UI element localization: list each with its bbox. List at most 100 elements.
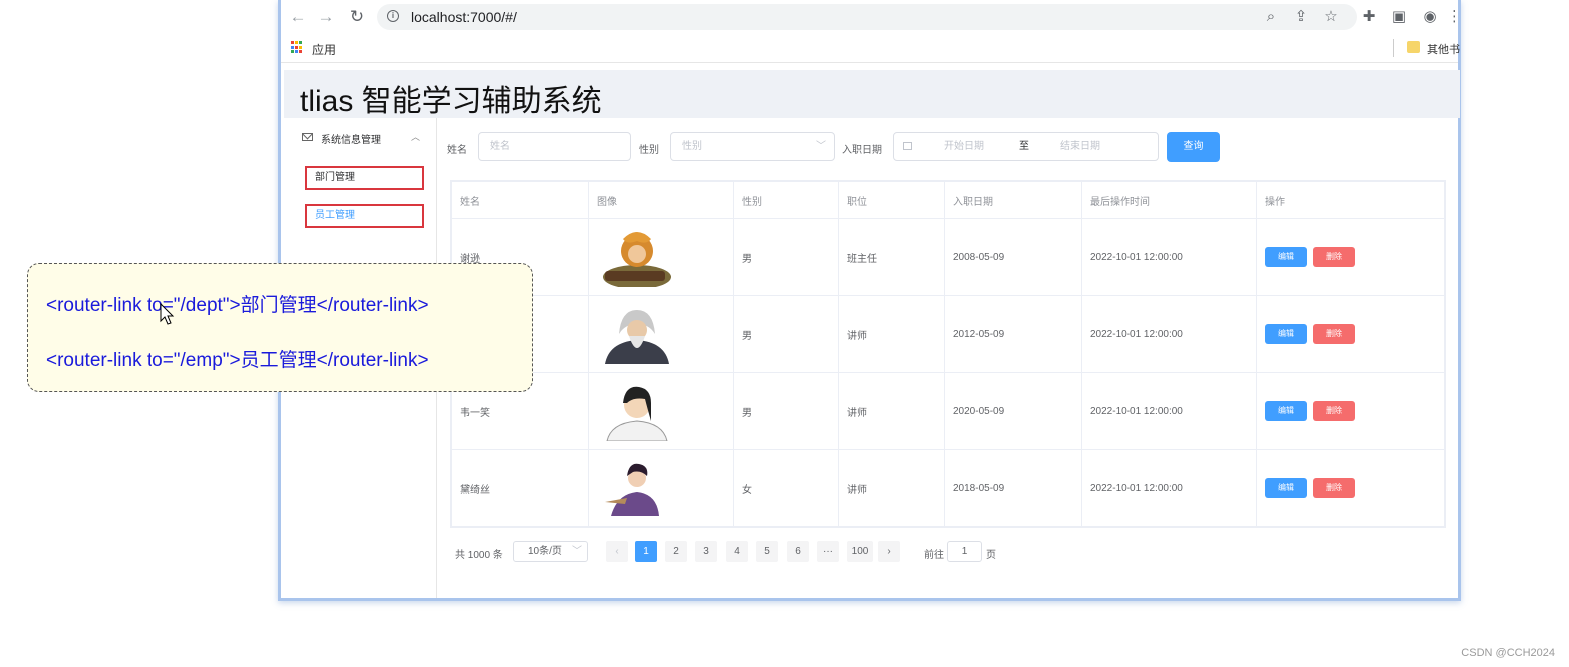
bat-king-avatar [588,372,734,450]
date-start[interactable]: 开始日期 [944,133,984,160]
table-header-row: 姓名 图像 性别 职位 入职日期 最后操作时间 操作 [451,181,1445,219]
sidebar-item-dept[interactable]: 部门管理 [305,166,424,190]
table-row: 谢逊 男 班主任 2008-05-09 2022-10-01 12:00:00 … [451,218,1445,296]
bookmark-separator [1393,39,1394,57]
page-1[interactable]: 1 [635,541,657,562]
prev-page-icon[interactable]: ‹ [606,541,628,562]
cell-gender: 男 [733,372,839,450]
site-info-icon[interactable]: i [387,10,399,22]
edit-button[interactable]: 编辑 [1265,478,1307,498]
cell-update-time: 2022-10-01 12:00:00 [1081,449,1257,527]
mouse-cursor-icon [160,302,175,325]
name-input[interactable]: 姓名 [478,132,631,161]
name-label: 姓名 [447,145,467,156]
forward-icon[interactable]: → [315,6,337,28]
delete-button[interactable]: 删除 [1313,247,1355,267]
page-size-select[interactable]: 10条/页 ﹀ [513,541,588,562]
apps-icon[interactable] [291,41,304,54]
cell-update-time: 2022-10-01 12:00:00 [1081,218,1257,296]
cell-gender: 女 [733,449,839,527]
sidebar-group-title: 系统信息管理 [321,135,381,146]
purple-dragon-avatar [588,449,734,527]
page-2[interactable]: 2 [665,541,687,562]
date-end[interactable]: 结束日期 [1060,133,1100,160]
page-100[interactable]: 100 [847,541,873,562]
pagination: 共 1000 条 10条/页 ﹀ ‹ 1 2 3 4 5 6 ··· 100 ›… [447,540,1447,562]
share-icon[interactable]: ⇪ [1291,7,1311,27]
cell-entry-date: 2018-05-09 [944,449,1082,527]
page-5[interactable]: 5 [756,541,778,562]
gender-placeholder: 性别 [682,141,702,152]
other-bookmarks[interactable]: 其他书 [1427,41,1460,57]
sidebar-group-header[interactable]: 系统信息管理 ︿ [284,128,436,150]
query-button[interactable]: 查询 [1167,132,1220,162]
reload-icon[interactable]: ↻ [346,6,368,28]
profile-icon[interactable]: ◉ [1420,7,1440,27]
page-3[interactable]: 3 [695,541,717,562]
cell-job: 讲师 [838,295,945,373]
bookmarks-bar: 应用 其他书 [281,34,1460,63]
col-job: 职位 [838,181,945,219]
calendar-icon [903,142,912,150]
old-master-avatar [588,295,734,373]
golden-lion-avatar [588,218,734,296]
app-title: tlias 智能学习辅助系统 [300,85,602,118]
gender-label: 性别 [639,145,659,156]
chevron-down-icon: ﹀ [816,141,826,152]
table-row: 黛绮丝 女 讲师 2018-05-09 2022-10-01 12:00:00 … [451,449,1445,527]
address-bar[interactable]: i localhost:7000/#/ [377,4,1357,30]
page-4[interactable]: 4 [726,541,748,562]
menu-icon[interactable]: ⋮ [1447,7,1455,27]
more-pages-icon[interactable]: ··· [817,541,839,562]
cell-gender: 男 [733,218,839,296]
table-row: 男 讲师 2012-05-09 2022-10-01 12:00:00 编辑 删除 [451,295,1445,373]
gender-select[interactable]: 性别 ﹀ [670,132,835,161]
chevron-down-icon: ﹀ [572,546,582,557]
zoom-icon[interactable]: ⌕ [1261,7,1281,27]
apps-bookmark[interactable]: 应用 [312,41,336,58]
edit-button[interactable]: 编辑 [1265,324,1307,344]
employee-table: 姓名 图像 性别 职位 入职日期 最后操作时间 操作 谢逊 男 班主任 2008… [450,180,1446,528]
edit-button[interactable]: 编辑 [1265,247,1307,267]
delete-button[interactable]: 删除 [1313,324,1355,344]
cell-entry-date: 2008-05-09 [944,218,1082,296]
col-gender: 性别 [733,181,839,219]
extensions-icon[interactable]: ✚ [1359,7,1379,27]
code-line-dept: <router-link to="/dept">部门管理</router-lin… [46,295,429,316]
browser-toolbar: ← → ↻ i localhost:7000/#/ ⌕ ⇪ ☆ ✚ ▣ ◉ ⋮ [281,0,1458,34]
app-header: tlias 智能学习辅助系统 [284,70,1460,118]
cell-gender: 男 [733,295,839,373]
sidebar-item-emp[interactable]: 员工管理 [305,204,424,228]
page-size-value: 10条/页 [528,546,562,557]
page-6[interactable]: 6 [787,541,809,562]
cell-actions: 编辑 删除 [1256,218,1445,296]
back-icon[interactable]: ← [287,6,309,28]
code-line-emp: <router-link to="/emp">员工管理</router-link… [46,350,429,371]
folder-icon [1407,41,1420,53]
delete-button[interactable]: 删除 [1313,478,1355,498]
cell-update-time: 2022-10-01 12:00:00 [1081,295,1257,373]
delete-button[interactable]: 删除 [1313,401,1355,421]
next-page-icon[interactable]: › [878,541,900,562]
cell-actions: 编辑 删除 [1256,295,1445,373]
col-update-time: 最后操作时间 [1081,181,1257,219]
cell-entry-date: 2020-05-09 [944,372,1082,450]
message-icon [302,133,313,141]
side-panel-icon[interactable]: ▣ [1389,7,1409,27]
bookmark-star-icon[interactable]: ☆ [1321,7,1341,27]
goto-page-input[interactable]: 1 [947,541,982,562]
cell-job: 讲师 [838,449,945,527]
goto-label: 前往 [924,550,944,561]
cell-job: 讲师 [838,372,945,450]
date-label: 入职日期 [842,145,882,156]
date-range-picker[interactable]: 开始日期 至 结束日期 [893,132,1159,161]
cell-entry-date: 2012-05-09 [944,295,1082,373]
date-separator: 至 [1019,141,1029,152]
cell-actions: 编辑 删除 [1256,372,1445,450]
col-actions: 操作 [1256,181,1445,219]
goto-unit: 页 [986,550,996,561]
url-text: localhost:7000/#/ [411,9,517,25]
chevron-up-icon: ︿ [411,132,421,142]
cell-actions: 编辑 删除 [1256,449,1445,527]
edit-button[interactable]: 编辑 [1265,401,1307,421]
